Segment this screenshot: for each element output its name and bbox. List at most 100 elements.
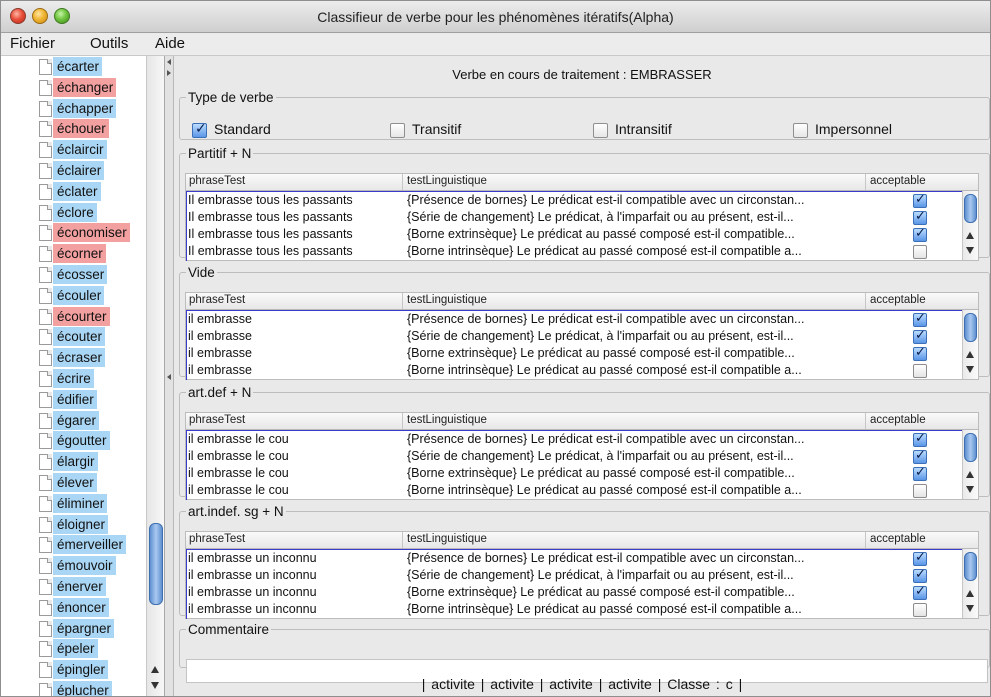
scroll-up-icon[interactable]	[966, 351, 974, 358]
column-divider[interactable]	[865, 413, 866, 429]
verb-label: épingler	[53, 660, 109, 680]
column-divider[interactable]	[402, 532, 403, 548]
table-row[interactable]: Il embrasse tous les passants {Borne extr…	[187, 225, 973, 243]
verb-label: éplucher	[53, 681, 112, 696]
expand-right-icon[interactable]	[167, 70, 171, 76]
phrase-cell: Il embrasse tous les passants	[188, 210, 353, 224]
table-row[interactable]: il embrasse un inconnu {Série de changeme…	[187, 566, 973, 584]
table-row[interactable]: Il embrasse tous les passants {Borne intr…	[187, 243, 973, 260]
test-group-legend: Vide	[188, 265, 215, 280]
scroll-up-icon[interactable]	[966, 590, 974, 597]
verb-type-checkbox[interactable]	[793, 123, 808, 138]
table-scrollbar[interactable]	[962, 430, 978, 499]
table-row[interactable]: il embrasse le cou {Borne intrinsèque} Le…	[187, 482, 973, 499]
acceptable-checkbox[interactable]: ✓	[913, 327, 927, 344]
scroll-down-icon[interactable]	[966, 366, 974, 373]
scroll-down-icon[interactable]	[966, 247, 974, 254]
test-group: Vide phraseTest testLinguistique acceptable…	[179, 265, 990, 380]
column-header-acceptable[interactable]: acceptable	[870, 533, 926, 545]
acceptable-checkbox[interactable]: ✓	[913, 447, 927, 464]
test-cell: {Série de changement} Le prédicat, à l'i…	[407, 210, 794, 224]
column-divider[interactable]	[865, 174, 866, 190]
menu-aide[interactable]: Aide	[155, 35, 185, 52]
table-row[interactable]: il embrasse un inconnu {Borne extrinsèque…	[187, 583, 973, 601]
column-header-test[interactable]: testLinguistique	[407, 294, 487, 306]
document-icon	[39, 371, 52, 387]
column-header-test[interactable]: testLinguistique	[407, 175, 487, 187]
table-scroll-thumb[interactable]	[964, 313, 977, 342]
table-row[interactable]: il embrasse le cou {Série de changement} …	[187, 447, 973, 465]
acceptable-checkbox[interactable]	[913, 484, 927, 498]
verb-list-scroll-thumb[interactable]	[149, 523, 163, 605]
document-icon	[39, 537, 52, 554]
column-header-acceptable[interactable]: acceptable	[870, 414, 926, 426]
acceptable-checkbox[interactable]	[913, 364, 927, 378]
acceptable-checkbox[interactable]: ✓	[913, 208, 927, 225]
table-scrollbar[interactable]	[962, 310, 978, 379]
column-header-test[interactable]: testLinguistique	[407, 533, 487, 545]
acceptable-checkbox[interactable]	[913, 603, 927, 617]
menu-outils[interactable]: Outils	[90, 35, 128, 52]
acceptable-checkbox[interactable]: ✓	[913, 191, 927, 208]
column-divider[interactable]	[402, 293, 403, 309]
checkmark-icon: ✓	[915, 327, 926, 342]
table-row[interactable]: Il embrasse tous les passants {Présence d…	[187, 191, 973, 209]
verb-type-checkbox[interactable]: ✓	[192, 120, 207, 138]
column-header-phrase[interactable]: phraseTest	[189, 533, 245, 545]
column-header-phrase[interactable]: phraseTest	[189, 294, 245, 306]
table-scroll-thumb[interactable]	[964, 433, 977, 462]
acceptable-checkbox[interactable]: ✓	[913, 344, 927, 361]
column-divider[interactable]	[865, 532, 866, 548]
acceptable-checkbox[interactable]: ✓	[913, 549, 927, 566]
table-row[interactable]: il embrasse {Présence de bornes} Le prédi…	[187, 310, 973, 328]
column-divider[interactable]	[402, 413, 403, 429]
column-header-acceptable[interactable]: acceptable	[870, 175, 926, 187]
scroll-up-icon[interactable]	[966, 232, 974, 239]
scroll-up-icon[interactable]	[151, 666, 159, 673]
column-header-phrase[interactable]: phraseTest	[189, 414, 245, 426]
column-header-acceptable[interactable]: acceptable	[870, 294, 926, 306]
acceptable-checkbox[interactable]: ✓	[913, 464, 927, 481]
table-row[interactable]: il embrasse {Borne extrinsèque} Le prédic…	[187, 344, 973, 362]
split-pane-divider[interactable]	[165, 56, 174, 696]
verb-label: énerver	[53, 577, 106, 596]
menu-fichier[interactable]: Fichier	[10, 35, 55, 52]
divider-grip-icon[interactable]	[167, 374, 171, 380]
checkmark-icon: ✓	[915, 566, 926, 581]
table-row[interactable]: il embrasse {Série de changement} Le préd…	[187, 327, 973, 345]
table-scrollbar[interactable]	[962, 191, 978, 260]
acceptable-checkbox[interactable]: ✓	[913, 310, 927, 327]
table-row[interactable]: il embrasse {Borne intrinsèque} Le prédic…	[187, 362, 973, 379]
test-cell: {Borne extrinsèque} Le prédicat au passé…	[407, 585, 795, 599]
scroll-up-icon[interactable]	[966, 471, 974, 478]
acceptable-checkbox[interactable]: ✓	[913, 566, 927, 583]
phrase-cell: il embrasse un inconnu	[188, 602, 317, 616]
column-divider[interactable]	[865, 293, 866, 309]
verb-label: échanger	[53, 77, 117, 97]
test-cell: {Présence de bornes} Le prédicat est-il …	[407, 551, 805, 565]
column-header-phrase[interactable]: phraseTest	[189, 175, 245, 187]
table-row[interactable]: Il embrasse tous les passants {Série de c…	[187, 208, 973, 226]
table-row[interactable]: il embrasse un inconnu {Borne intrinsèque…	[187, 601, 973, 618]
verb-label: épargner	[53, 618, 115, 638]
verb-type-checkbox[interactable]	[593, 123, 608, 138]
table-scrollbar[interactable]	[962, 549, 978, 618]
acceptable-checkbox[interactable]: ✓	[913, 430, 927, 447]
table-scroll-thumb[interactable]	[964, 552, 977, 581]
scroll-down-icon[interactable]	[966, 605, 974, 612]
collapse-left-icon[interactable]	[167, 59, 171, 65]
document-icon	[39, 79, 52, 96]
acceptable-checkbox[interactable]: ✓	[913, 225, 927, 242]
verb-list-scrollbar[interactable]	[146, 56, 164, 696]
table-row[interactable]: il embrasse le cou {Borne extrinsèque} Le…	[187, 464, 973, 482]
scroll-down-icon[interactable]	[966, 486, 974, 493]
column-divider[interactable]	[402, 174, 403, 190]
verb-type-checkbox[interactable]	[390, 123, 405, 138]
scroll-down-icon[interactable]	[151, 682, 159, 689]
column-header-test[interactable]: testLinguistique	[407, 414, 487, 426]
acceptable-checkbox[interactable]	[913, 245, 927, 259]
table-scroll-thumb[interactable]	[964, 194, 977, 223]
table-row[interactable]: il embrasse un inconnu {Présence de borne…	[187, 549, 973, 567]
table-row[interactable]: il embrasse le cou {Présence de bornes} L…	[187, 430, 973, 448]
acceptable-checkbox[interactable]: ✓	[913, 583, 927, 600]
